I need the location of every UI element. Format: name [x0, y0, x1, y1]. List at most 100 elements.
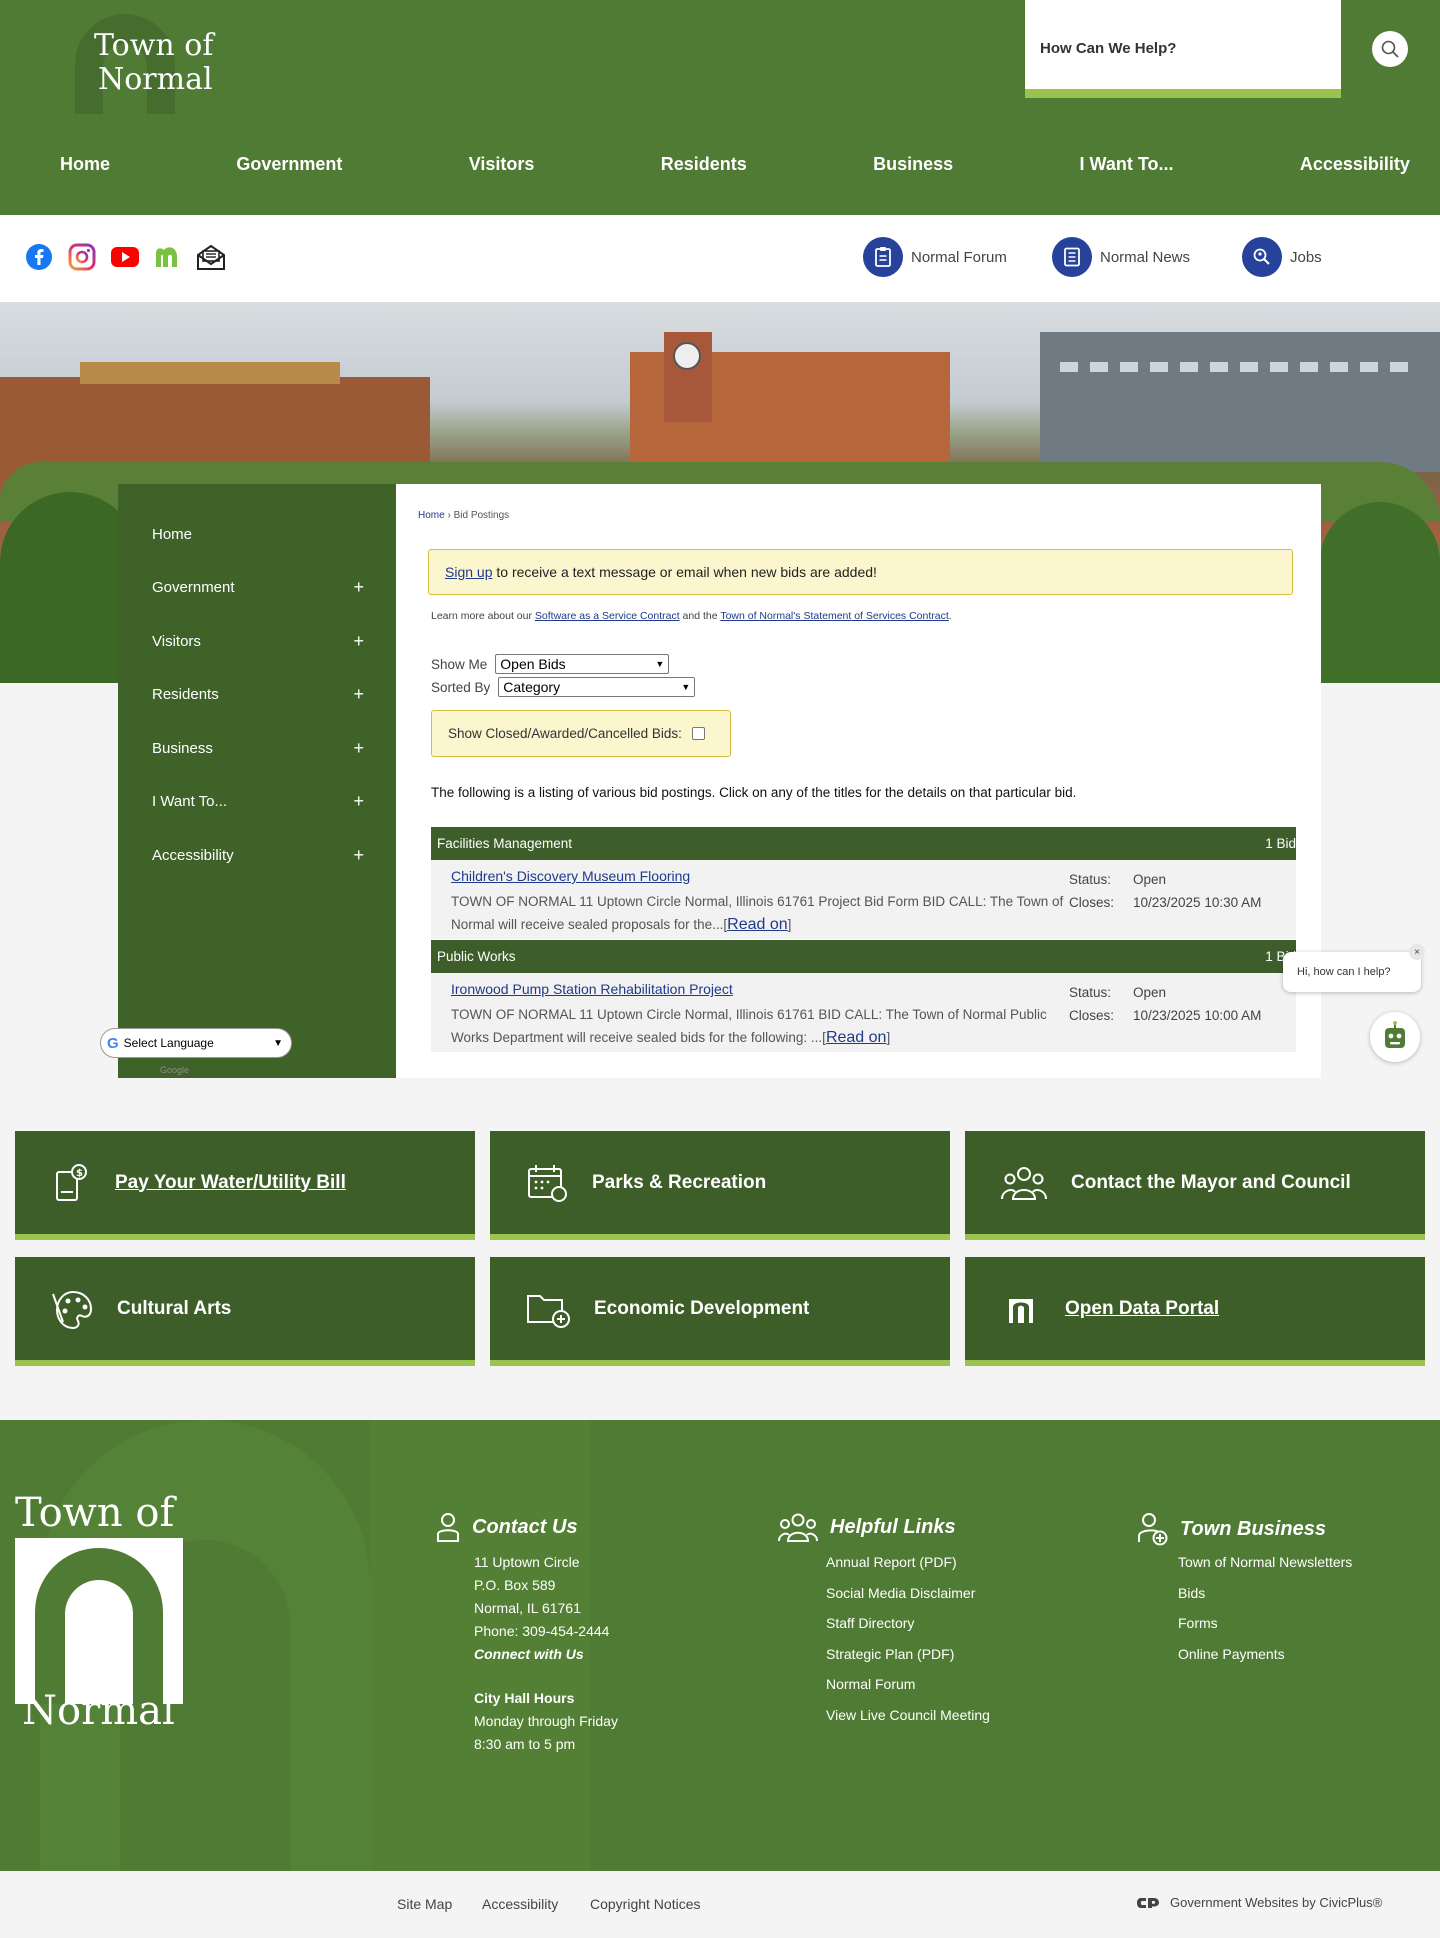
side-nav-home[interactable]: Home [152, 519, 382, 549]
footer-link[interactable]: Online Payments [1178, 1646, 1352, 1677]
copyright-notices-link[interactable]: Copyright Notices [590, 1896, 701, 1912]
category-name: Facilities Management [437, 836, 573, 851]
footer-logo[interactable]: Town of Normal [15, 1490, 185, 1734]
footer-link[interactable]: Social Media Disclaimer [826, 1585, 990, 1616]
chatbot-icon [1385, 1021, 1405, 1048]
side-nav-label: Residents [152, 685, 219, 703]
bid-postings-content: Home › Bid Postings Sign up to receive a… [396, 484, 1321, 1078]
normal-forum-link[interactable]: Normal Forum [863, 237, 1007, 277]
language-select-label: Select Language [123, 1036, 214, 1050]
side-nav-government[interactable]: Government + [152, 572, 382, 602]
listing-intro: The following is a listing of various bi… [431, 785, 1077, 800]
side-nav-label: Home [152, 525, 193, 543]
footer-link[interactable]: Strategic Plan (PDF) [826, 1646, 990, 1677]
closes-value: 10/23/2025 10:00 AM [1133, 1008, 1262, 1023]
footer-link[interactable]: Staff Directory [826, 1615, 990, 1646]
tile-cultural-arts[interactable]: Cultural Arts [15, 1257, 475, 1366]
search-icon [1381, 40, 1399, 58]
hours-line: 8:30 am to 5 pm [474, 1736, 576, 1752]
footer-link[interactable]: Bids [1178, 1585, 1352, 1616]
show-closed-checkbox[interactable] [691, 727, 705, 740]
expand-icon[interactable]: + [353, 738, 364, 759]
side-nav-i-want-to[interactable]: I Want To... + [152, 786, 382, 816]
signup-link[interactable]: Sign up [445, 564, 492, 580]
document-icon [1052, 237, 1092, 277]
category-header: Public Works 1 Bid [431, 940, 1296, 973]
expand-icon[interactable]: + [353, 791, 364, 812]
contact-us-details: 11 Uptown Circle P.O. Box 589 Normal, IL… [474, 1551, 618, 1756]
instagram-icon[interactable] [67, 242, 97, 272]
search-placeholder: How Can We Help? [1040, 40, 1177, 57]
logo-line-1: Town of [94, 28, 214, 63]
town-logo[interactable]: Town of Normal [75, 14, 235, 114]
nav-business[interactable]: Business [873, 140, 953, 188]
connect-with-us-link[interactable]: Connect with Us [474, 1643, 618, 1666]
services-contract-link[interactable]: Town of Normal's Statement of Services C… [720, 610, 948, 622]
tile-parks-recreation[interactable]: Parks & Recreation [490, 1131, 950, 1240]
side-nav-label: Visitors [152, 632, 201, 650]
nav-accessibility[interactable]: Accessibility [1300, 140, 1410, 188]
side-nav-business[interactable]: Business + [152, 733, 382, 763]
tile-pay-utility-bill[interactable]: $ Pay Your Water/Utility Bill [15, 1131, 475, 1240]
person-icon [437, 1513, 459, 1542]
expand-icon[interactable]: + [353, 631, 364, 652]
banner-building-right [1040, 332, 1440, 472]
newsletter-icon[interactable] [196, 242, 226, 272]
jobs-link[interactable]: Jobs [1242, 237, 1322, 277]
show-me-label: Show Me [431, 656, 488, 672]
footer-link[interactable]: Forms [1178, 1615, 1352, 1646]
search-input[interactable]: How Can We Help? [1025, 0, 1341, 98]
expand-icon[interactable]: + [353, 684, 364, 705]
expand-icon[interactable]: + [353, 845, 364, 866]
bid-title-link[interactable]: Children's Discovery Museum Flooring [451, 868, 690, 884]
nav-government[interactable]: Government [236, 140, 342, 188]
civicplus-icon [1137, 1897, 1159, 1908]
accessibility-link[interactable]: Accessibility [482, 1896, 558, 1912]
expand-icon[interactable]: + [353, 577, 364, 598]
facebook-icon[interactable] [24, 242, 54, 272]
footer-link[interactable]: Normal Forum [826, 1676, 990, 1707]
side-nav-accessibility[interactable]: Accessibility + [152, 840, 382, 870]
footer-link[interactable]: Annual Report (PDF) [826, 1554, 990, 1585]
side-nav-residents[interactable]: Residents + [152, 679, 382, 709]
tile-contact-mayor-council[interactable]: Contact the Mayor and Council [965, 1131, 1425, 1240]
search-button[interactable] [1372, 31, 1408, 67]
nav-residents[interactable]: Residents [661, 140, 747, 188]
footer-link[interactable]: Town of Normal Newsletters [1178, 1554, 1352, 1585]
site-map-link[interactable]: Site Map [397, 1896, 452, 1912]
chat-close-button[interactable]: × [1409, 944, 1425, 960]
nav-home[interactable]: Home [60, 140, 110, 188]
breadcrumb-home[interactable]: Home [418, 510, 445, 521]
read-on-link[interactable]: Read on [727, 916, 788, 933]
civicplus-credit[interactable]: Government Websites by CivicPlus® [1136, 1895, 1382, 1910]
chatbot-button[interactable] [1370, 1012, 1420, 1062]
nav-visitors[interactable]: Visitors [469, 140, 535, 188]
chevron-down-icon: ▼ [655, 659, 665, 669]
bid-title-link[interactable]: Ironwood Pump Station Rehabilitation Pro… [451, 981, 733, 997]
show-me-select[interactable]: Open Bids ▼ [495, 654, 670, 674]
hours-line: Monday through Friday [474, 1713, 618, 1729]
youtube-icon[interactable] [110, 242, 140, 272]
normal-logo-icon [1009, 1298, 1033, 1323]
tile-open-data-portal[interactable]: Open Data Portal [965, 1257, 1425, 1366]
show-closed-toggle: Show Closed/Awarded/Cancelled Bids: [431, 710, 731, 757]
contact-line: Normal, IL 61761 [474, 1600, 581, 1616]
saas-contract-link[interactable]: Software as a Service Contract [535, 610, 680, 622]
tile-economic-development[interactable]: Economic Development [490, 1257, 950, 1366]
normal-news-link[interactable]: Normal News [1052, 237, 1190, 277]
footer-logo-arch [15, 1538, 183, 1704]
learn-more-text: Learn more about our Software as a Servi… [431, 610, 952, 622]
footer-link[interactable]: View Live Council Meeting [826, 1707, 990, 1738]
people-group-icon [778, 1513, 818, 1542]
palette-icon [52, 1290, 93, 1329]
chat-prompt[interactable]: Hi, how can I help? [1283, 952, 1421, 992]
tile-label: Contact the Mayor and Council [1071, 1171, 1351, 1193]
nav-i-want-to[interactable]: I Want To... [1080, 140, 1174, 188]
normal-n-icon[interactable] [153, 242, 183, 272]
bid-description-text: TOWN OF NORMAL 11 Uptown Circle Normal, … [451, 1007, 1047, 1045]
sorted-by-select[interactable]: Category ▼ [498, 677, 696, 697]
read-on-link[interactable]: Read on [826, 1029, 887, 1046]
language-select[interactable]: G Select Language ▼ [100, 1028, 292, 1058]
side-nav-visitors[interactable]: Visitors + [152, 626, 382, 656]
banner-clock [673, 342, 701, 370]
